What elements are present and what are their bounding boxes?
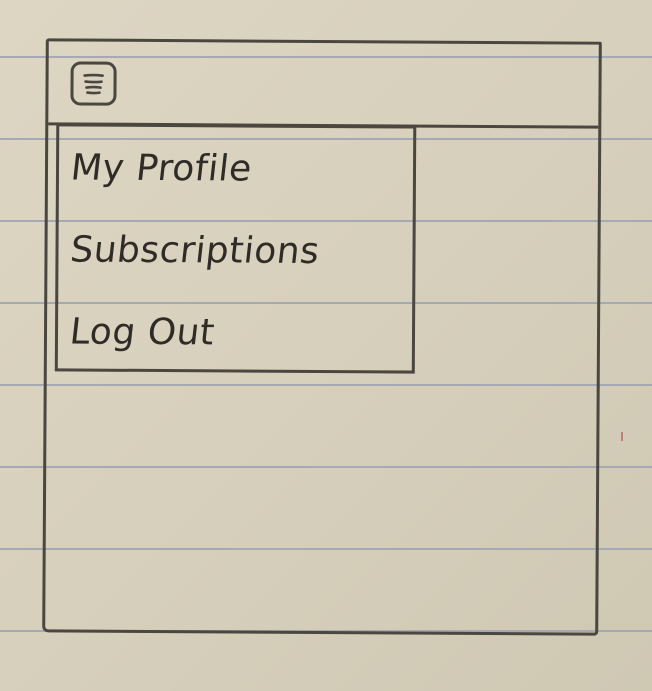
menu-item-subscriptions[interactable]: Subscriptions [58,208,412,292]
menu-item-log-out[interactable]: Log Out [58,290,412,374]
app-header [48,41,599,129]
margin-tick [621,432,623,441]
menu-item-my-profile[interactable]: My Profile [59,126,413,210]
menu-item-label: Subscriptions [68,228,322,272]
hamburger-menu-icon [83,73,104,95]
menu-item-label: My Profile [68,146,255,190]
dropdown-menu: My Profile Subscriptions Log Out [54,123,417,374]
menu-item-label: Log Out [67,310,217,353]
phone-frame: My Profile Subscriptions Log Out [42,38,602,636]
menu-button[interactable] [70,61,117,106]
